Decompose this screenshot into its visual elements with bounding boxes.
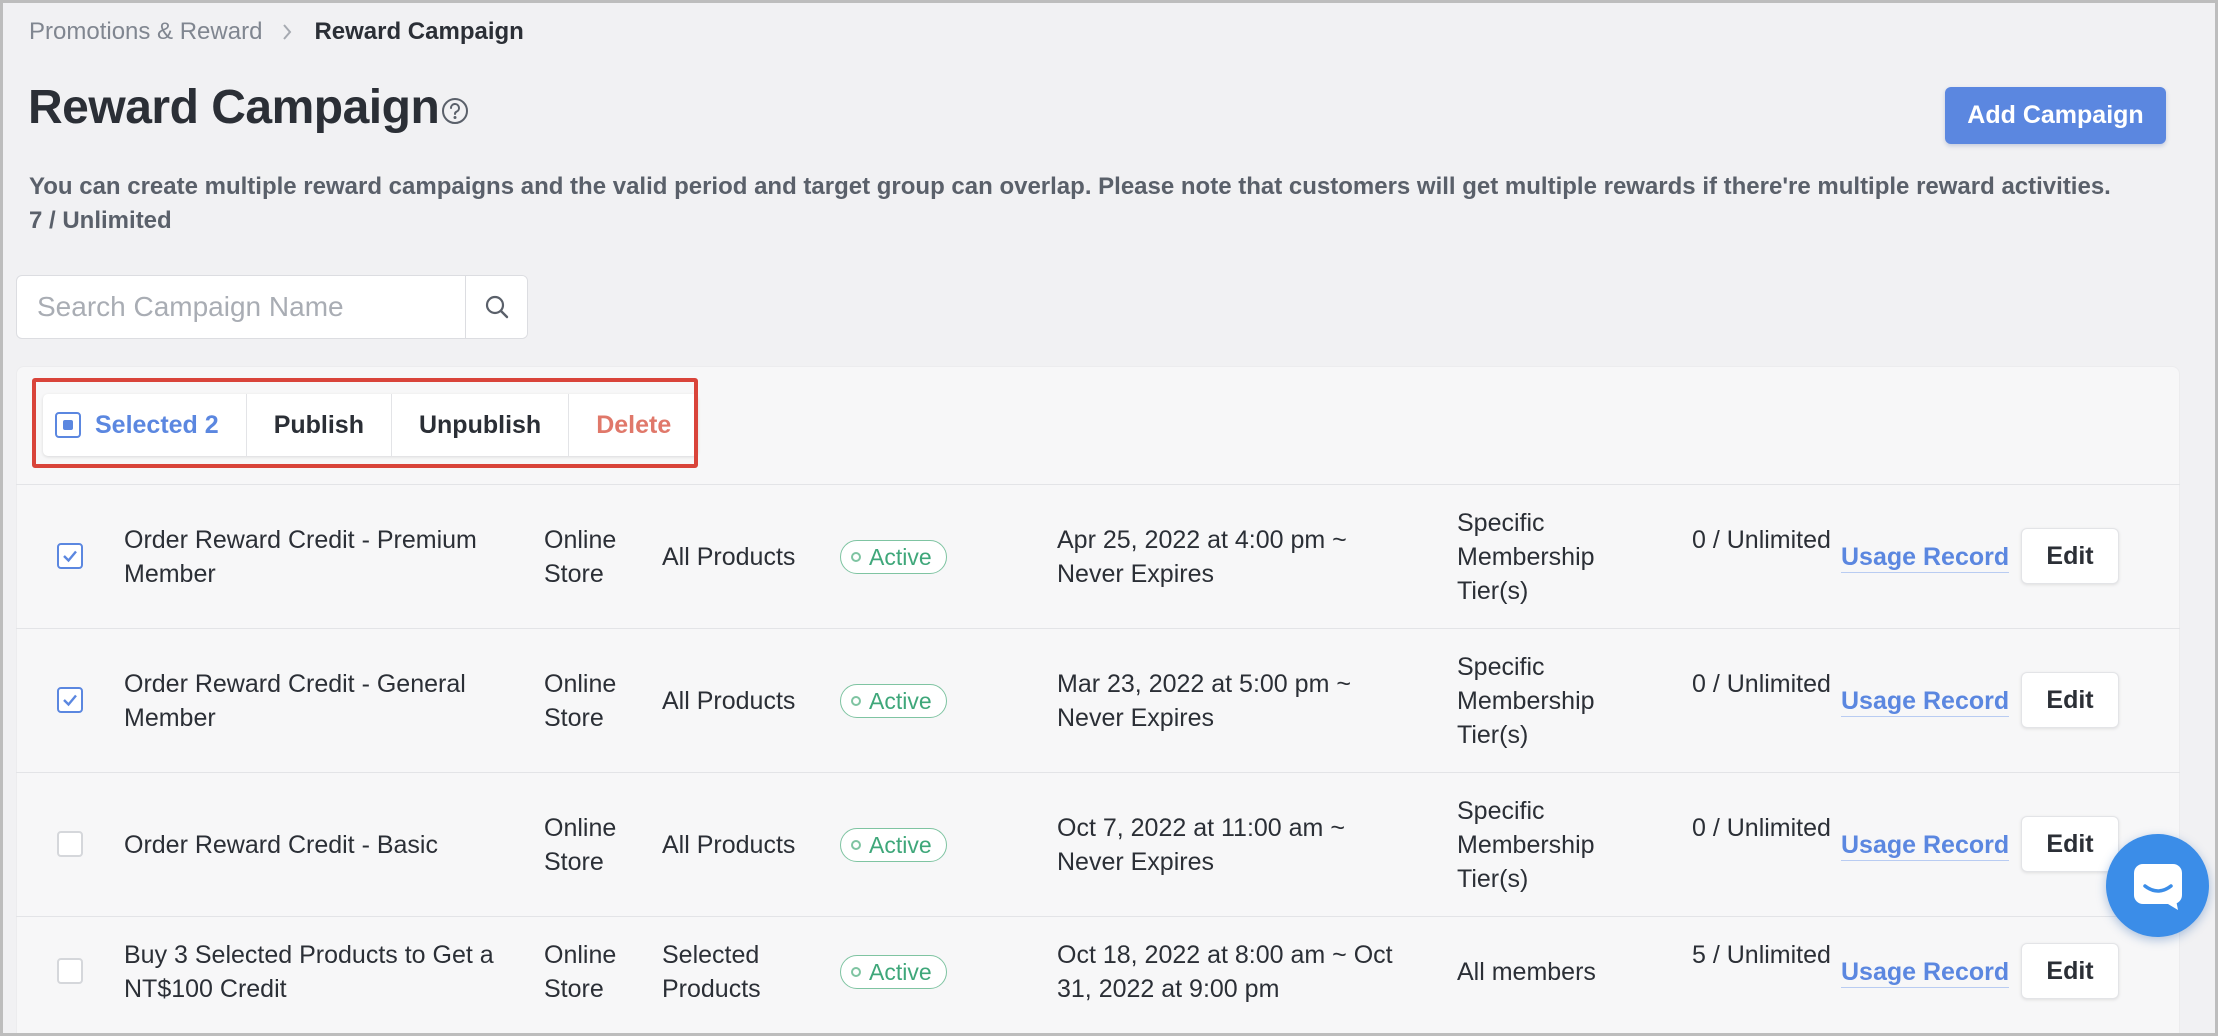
table-row: Order Reward Credit - Basic Online Store… [16,773,2180,917]
usage-record-link[interactable]: Usage Record [1841,830,2010,861]
chevron-right-icon [280,22,294,42]
status-text: Active [869,543,932,570]
status-badge: Active [840,828,947,862]
status-badge: Active [840,684,947,718]
campaign-channel: Online Store [544,526,617,588]
campaign-period: Oct 18, 2022 at 8:00 am ~ Oct 31, 2022 a… [1057,941,1393,1003]
campaign-period: Apr 25, 2022 at 4:00 pm ~ Never Expires [1057,526,1347,588]
campaign-period: Oct 7, 2022 at 11:00 am ~ Never Expires [1057,814,1345,876]
chat-icon [2133,863,2182,910]
row-checkbox[interactable] [57,958,83,984]
search-button[interactable] [465,276,527,338]
table-row: Order Reward Credit - Premium Member Onl… [16,485,2180,629]
edit-button[interactable]: Edit [2021,528,2119,584]
chat-launcher-button[interactable] [2106,834,2209,937]
campaign-target: Specific Membership Tier(s) [1457,797,1595,893]
status-badge: Active [840,540,947,574]
status-badge: Active [840,955,947,989]
campaign-usage: 0 / Unlimited [1692,670,1831,698]
page-title: Reward Campaign [28,81,440,134]
usage-record-link[interactable]: Usage Record [1841,957,2010,988]
search-icon [485,295,508,319]
campaign-quota: 7 / Unlimited [29,207,172,234]
check-icon [63,694,77,707]
campaign-usage: 0 / Unlimited [1692,526,1831,554]
campaign-target: Specific Membership Tier(s) [1457,653,1595,749]
question-circle-icon[interactable] [440,96,470,126]
campaign-period: Mar 23, 2022 at 5:00 pm ~ Never Expires [1057,670,1351,732]
campaign-name: Order Reward Credit - General Member [124,670,466,732]
campaign-channel: Online Store [544,941,617,1003]
campaign-name: Buy 3 Selected Products to Get a NT$100 … [124,941,494,1003]
status-text: Active [869,687,932,714]
campaign-channel: Online Store [544,670,617,732]
highlight-box [32,378,698,468]
breadcrumb-parent-link[interactable]: Promotions & Reward [29,18,262,46]
campaign-usage: 5 / Unlimited [1692,941,1831,969]
usage-record-link[interactable]: Usage Record [1841,686,2010,717]
check-icon [63,550,77,563]
edit-button[interactable]: Edit [2021,943,2119,999]
breadcrumb: Promotions & Reward Reward Campaign [29,18,524,46]
add-campaign-button[interactable]: Add Campaign [1945,87,2166,144]
edit-button[interactable]: Edit [2021,816,2119,872]
campaign-scope: All Products [662,831,796,859]
table-row: Order Reward Credit - General Member Onl… [16,629,2180,773]
campaign-target: All members [1457,958,1596,986]
campaign-usage: 0 / Unlimited [1692,814,1831,842]
campaign-target: Specific Membership Tier(s) [1457,509,1595,605]
search-box [16,275,528,339]
status-text: Active [869,831,932,858]
search-input[interactable] [17,276,465,338]
campaign-name: Order Reward Credit - Basic [124,831,438,859]
breadcrumb-current: Reward Campaign [314,18,524,45]
row-checkbox[interactable] [57,543,83,569]
description-text: You can create multiple reward campaigns… [29,173,2111,200]
campaign-name: Order Reward Credit - Premium Member [124,526,477,588]
row-checkbox[interactable] [57,831,83,857]
row-checkbox[interactable] [57,687,83,713]
usage-record-link[interactable]: Usage Record [1841,542,2010,573]
campaign-channel: Online Store [544,814,617,876]
campaign-scope: All Products [662,687,796,715]
edit-button[interactable]: Edit [2021,672,2119,728]
page-description: You can create multiple reward campaigns… [29,170,2189,238]
campaign-scope: All Products [662,543,796,571]
campaign-scope: Selected Products [662,941,761,1003]
status-text: Active [869,958,932,985]
table-row: Buy 3 Selected Products to Get a NT$100 … [16,917,2180,1036]
